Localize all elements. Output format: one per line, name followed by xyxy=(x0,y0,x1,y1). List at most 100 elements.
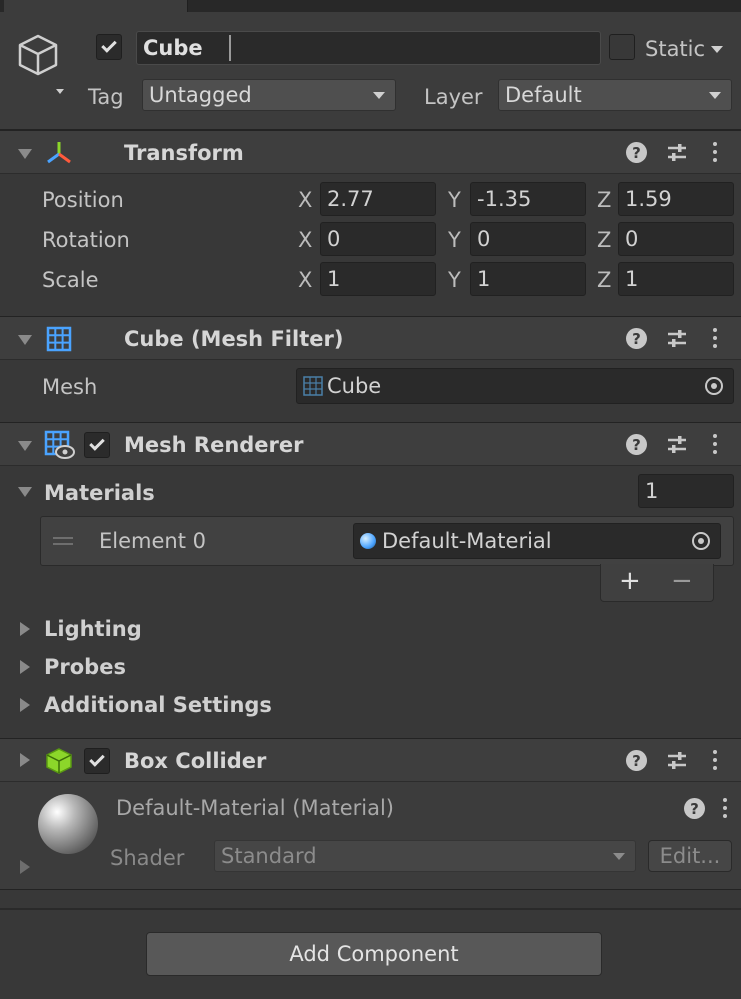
tag-dropdown[interactable]: Untagged xyxy=(142,79,396,111)
component-title: Cube (Mesh Filter) xyxy=(124,327,344,351)
presets-icon[interactable] xyxy=(666,143,688,163)
lighting-foldout[interactable]: Lighting xyxy=(44,617,142,641)
box-collider-header[interactable]: Box Collider ? xyxy=(0,738,741,782)
chevron-down-icon xyxy=(373,92,385,99)
divider xyxy=(0,908,741,910)
additional-settings-foldout-icon[interactable] xyxy=(20,698,30,712)
layer-label: Layer xyxy=(424,85,483,109)
material-preview-sphere[interactable] xyxy=(38,794,98,854)
mesh-filter-body: Mesh Cube xyxy=(0,360,741,422)
axis-z-label: Z xyxy=(597,188,612,212)
component-title: Transform xyxy=(124,141,244,165)
mesh-label: Mesh xyxy=(42,375,98,399)
probes-foldout[interactable]: Probes xyxy=(44,655,126,679)
axis-y-label: Y xyxy=(448,268,461,292)
materials-list: Element 0 Default-Material xyxy=(40,516,734,566)
list-add-remove-bar: + − xyxy=(600,564,714,602)
more-options-icon[interactable] xyxy=(713,434,717,454)
chevron-down-icon xyxy=(613,853,625,860)
axis-x-label: X xyxy=(298,268,313,292)
lighting-foldout-icon[interactable] xyxy=(20,622,30,636)
mesh-renderer-header[interactable]: Mesh Renderer ? xyxy=(0,422,741,466)
material-foldout-icon[interactable] xyxy=(20,860,30,874)
foldout-arrow-icon[interactable] xyxy=(18,335,32,345)
rotation-z-field[interactable]: 0 xyxy=(618,222,734,256)
tag-label: Tag xyxy=(88,85,124,109)
foldout-arrow-icon[interactable] xyxy=(18,441,32,451)
object-picker-icon[interactable] xyxy=(705,377,723,395)
more-options-icon[interactable] xyxy=(713,750,717,770)
foldout-arrow-icon[interactable] xyxy=(20,753,30,767)
more-options-icon[interactable] xyxy=(713,328,717,348)
presets-icon[interactable] xyxy=(666,435,688,455)
materials-label: Materials xyxy=(44,481,155,505)
shader-label: Shader xyxy=(110,846,185,870)
materials-count-field[interactable]: 1 xyxy=(638,474,734,508)
materials-foldout-icon[interactable] xyxy=(18,487,32,497)
axis-x-label: X xyxy=(298,228,313,252)
static-checkbox[interactable] xyxy=(609,34,635,60)
mesh-filter-header[interactable]: Cube (Mesh Filter) ? xyxy=(0,316,741,360)
edit-shader-button[interactable]: Edit... xyxy=(648,840,732,872)
help-icon[interactable]: ? xyxy=(626,328,647,349)
additional-settings-foldout[interactable]: Additional Settings xyxy=(44,693,272,717)
box-collider-icon xyxy=(45,747,73,780)
mesh-icon xyxy=(303,376,323,396)
transform-header[interactable]: Transform ? xyxy=(0,130,741,174)
help-icon[interactable]: ? xyxy=(626,142,647,163)
add-element-button[interactable]: + xyxy=(619,566,641,596)
static-label: Static xyxy=(645,37,706,61)
object-header: Cube Static Tag Untagged Layer Default xyxy=(0,12,741,130)
tab-inspector[interactable] xyxy=(4,0,188,12)
position-x-field[interactable]: 2.77 xyxy=(320,182,436,216)
chevron-down-icon xyxy=(709,92,721,99)
element-0-material-field[interactable]: Default-Material xyxy=(353,523,721,559)
object-picker-icon[interactable] xyxy=(692,532,710,550)
more-options-icon[interactable] xyxy=(713,142,717,162)
static-dropdown[interactable]: Static xyxy=(645,36,724,62)
element-0-label: Element 0 xyxy=(99,529,206,553)
mesh-renderer-body: Materials 1 Element 0 Default-Material +… xyxy=(0,466,741,738)
active-checkbox[interactable] xyxy=(96,34,122,60)
add-component-button[interactable]: Add Component xyxy=(146,932,602,976)
presets-icon[interactable] xyxy=(666,329,688,349)
shader-dropdown[interactable]: Standard xyxy=(214,840,636,872)
position-label: Position xyxy=(42,188,124,212)
rotation-x-field[interactable]: 0 xyxy=(320,222,436,256)
remove-element-button[interactable]: − xyxy=(671,566,693,596)
mesh-renderer-icon xyxy=(44,430,76,465)
presets-icon[interactable] xyxy=(666,751,688,771)
gameobject-cube-icon[interactable] xyxy=(16,32,64,94)
axis-x-label: X xyxy=(298,188,313,212)
foldout-arrow-icon[interactable] xyxy=(18,149,32,159)
position-z-field[interactable]: 1.59 xyxy=(618,182,734,216)
position-y-field[interactable]: -1.35 xyxy=(470,182,586,216)
component-title: Box Collider xyxy=(124,749,267,773)
help-icon[interactable]: ? xyxy=(684,798,705,819)
object-name-input[interactable]: Cube xyxy=(136,31,601,65)
rotation-label: Rotation xyxy=(42,228,130,252)
scale-y-field[interactable]: 1 xyxy=(470,262,586,296)
material-title: Default-Material (Material) xyxy=(116,796,394,820)
scale-z-field[interactable]: 1 xyxy=(618,262,734,296)
mesh-renderer-enabled-checkbox[interactable] xyxy=(84,432,110,458)
chevron-down-icon xyxy=(711,45,724,53)
layer-dropdown[interactable]: Default xyxy=(498,79,732,111)
more-options-icon[interactable] xyxy=(723,798,727,818)
transform-icon xyxy=(44,140,74,171)
material-sphere-icon xyxy=(360,533,376,549)
help-icon[interactable]: ? xyxy=(626,750,647,771)
text-cursor xyxy=(228,35,231,61)
mesh-object-field[interactable]: Cube xyxy=(296,368,734,404)
box-collider-enabled-checkbox[interactable] xyxy=(84,748,110,774)
transform-body: Position X 2.77 Y -1.35 Z 1.59 Rotation … xyxy=(0,174,741,314)
help-icon[interactable]: ? xyxy=(626,434,647,455)
probes-foldout-icon[interactable] xyxy=(20,660,30,674)
scale-label: Scale xyxy=(42,268,99,292)
axis-z-label: Z xyxy=(597,268,612,292)
axis-z-label: Z xyxy=(597,228,612,252)
rotation-y-field[interactable]: 0 xyxy=(470,222,586,256)
scale-x-field[interactable]: 1 xyxy=(320,262,436,296)
axis-y-label: Y xyxy=(448,188,461,212)
drag-handle-icon[interactable] xyxy=(53,537,73,539)
